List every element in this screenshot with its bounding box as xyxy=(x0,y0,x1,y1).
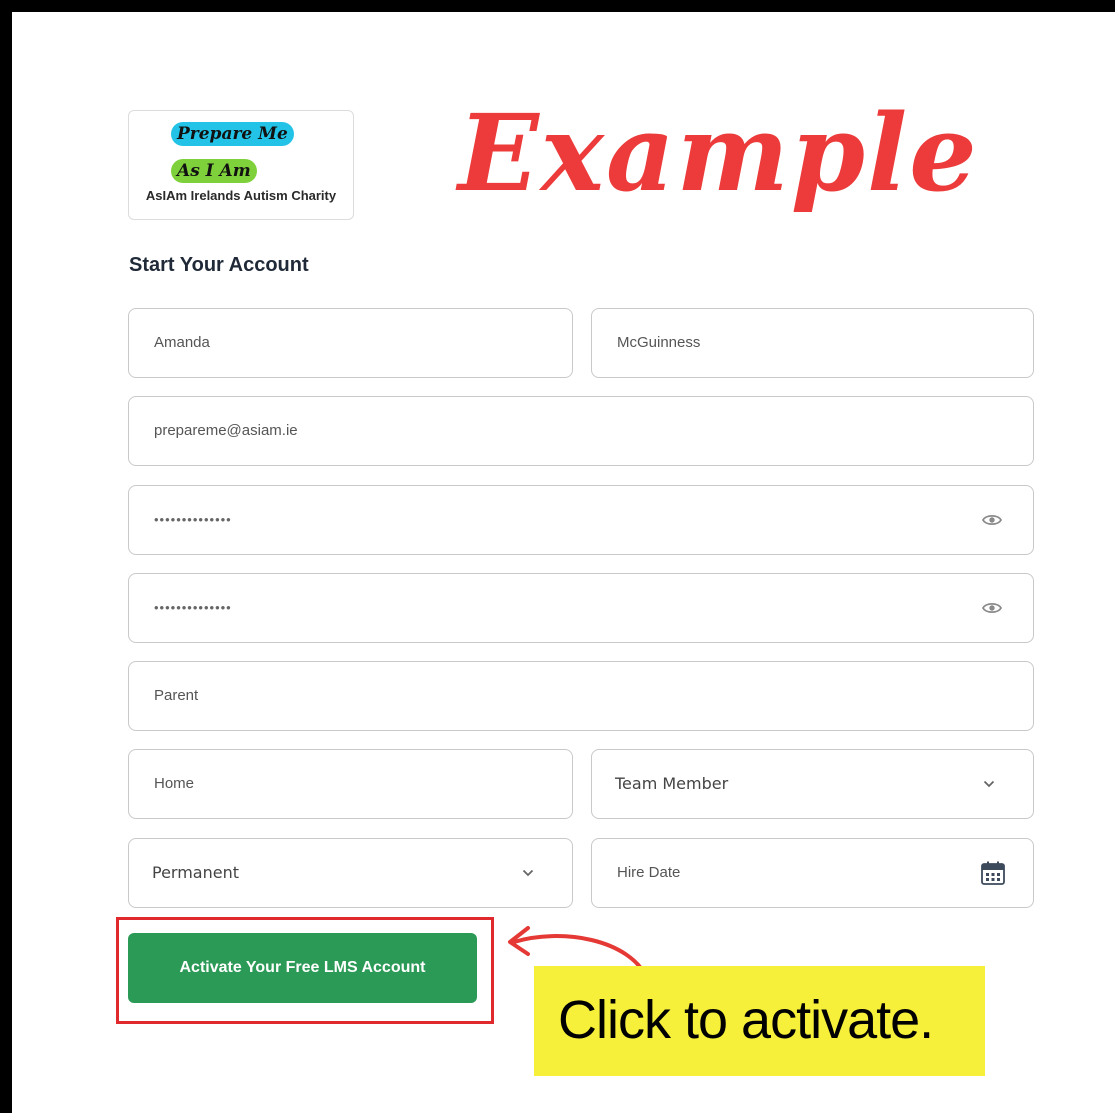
callout-text: Click to activate. xyxy=(558,990,934,1050)
example-stamp: Example xyxy=(458,90,979,215)
logo-line-2: As I Am xyxy=(171,159,257,183)
employment-type-select[interactable]: Permanent xyxy=(128,838,573,908)
calendar-icon[interactable] xyxy=(979,839,1007,907)
location-value: Home xyxy=(154,775,195,792)
activate-account-button[interactable]: Activate Your Free LMS Account xyxy=(128,933,477,1003)
form-heading: Start Your Account xyxy=(129,254,309,276)
position-value: Team Member xyxy=(615,774,729,793)
hire-date-placeholder: Hire Date xyxy=(617,864,681,881)
email-value: prepareme@asiam.ie xyxy=(154,422,298,439)
logo-tagline: AsIAm Irelands Autism Charity xyxy=(145,188,337,203)
logo-line-1: Prepare Me xyxy=(171,122,294,146)
hire-date-field[interactable]: Hire Date xyxy=(591,838,1034,908)
position-select[interactable]: Team Member xyxy=(591,749,1034,819)
first-name-field[interactable]: Amanda xyxy=(128,308,573,378)
password-value: •••••••••••••• xyxy=(154,512,232,527)
chevron-down-icon xyxy=(981,750,997,818)
employment-type-value: Permanent xyxy=(152,863,240,882)
last-name-field[interactable]: McGuinness xyxy=(591,308,1034,378)
eye-icon[interactable] xyxy=(981,574,1003,642)
role-value: Parent xyxy=(154,687,199,704)
brand-logo: Prepare Me As I Am AsIAm Irelands Autism… xyxy=(128,110,354,220)
password-field[interactable]: •••••••••••••• xyxy=(128,485,1034,555)
role-field[interactable]: Parent xyxy=(128,661,1034,731)
chevron-down-icon xyxy=(520,839,536,907)
callout-label: Click to activate. xyxy=(534,966,985,1076)
confirm-password-value: •••••••••••••• xyxy=(154,600,232,615)
location-field[interactable]: Home xyxy=(128,749,573,819)
eye-icon[interactable] xyxy=(981,486,1003,554)
last-name-value: McGuinness xyxy=(617,334,701,351)
confirm-password-field[interactable]: •••••••••••••• xyxy=(128,573,1034,643)
first-name-value: Amanda xyxy=(154,334,210,351)
email-field[interactable]: prepareme@asiam.ie xyxy=(128,396,1034,466)
